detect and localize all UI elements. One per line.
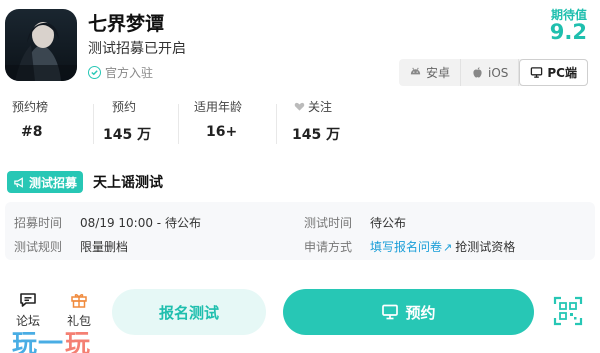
test-time-row: 测试时间 待公布 (304, 214, 406, 231)
reserve-button[interactable]: 预约 (283, 289, 534, 335)
divider (93, 104, 94, 144)
platform-ios[interactable]: iOS (461, 59, 520, 86)
signup-test-button[interactable]: 报名测试 (112, 289, 266, 335)
platform-android-label: 安卓 (425, 66, 450, 80)
check-circle-icon (88, 66, 101, 79)
stat-rank-label: 预约榜 (12, 100, 49, 114)
megaphone-icon (14, 176, 23, 188)
stat-followers[interactable]: 关注 145 万 (292, 98, 341, 148)
recruit-time-row: 招募时间 08/19 10:00 - 待公布 (14, 214, 201, 231)
chat-bubble-icon (20, 293, 36, 307)
watermark-text-a: 玩一 (12, 329, 65, 353)
test-time-value: 待公布 (370, 216, 407, 230)
stat-rank-value: #8 (21, 124, 43, 140)
stat-reservations-value: 145 万 (103, 127, 152, 143)
heart-icon (294, 102, 305, 111)
stat-age-value: 16+ (206, 124, 238, 140)
game-cover-image[interactable] (5, 9, 77, 81)
recruit-badge-label: 测试招募 (29, 175, 78, 190)
apply-row: 申请方式 填写报名问卷↗ 抢测试资格 (304, 238, 515, 255)
watermark-text-b: 玩 (65, 329, 91, 353)
stat-age: 适用年龄 16+ (194, 98, 242, 148)
stat-rank[interactable]: 预约榜 #8 (12, 98, 48, 148)
official-badge: 官方入驻 (88, 64, 153, 81)
android-icon (410, 67, 421, 75)
divider (178, 104, 179, 144)
game-subtitle: 测试招募已开启 (88, 41, 186, 57)
stat-reservations-label: 预约 (112, 100, 137, 114)
monitor-icon (382, 304, 399, 320)
stat-followers-text: 关注 (308, 100, 333, 114)
monitor-icon (531, 67, 543, 78)
game-header: 七界梦谭 测试招募已开启 官方入驻 期待值 9.2 安卓 iOS PC端 (0, 0, 600, 92)
apply-label: 申请方式 (304, 240, 353, 254)
platform-android[interactable]: 安卓 (399, 59, 461, 86)
rules-label: 测试规则 (14, 240, 63, 254)
recruit-badge: 测试招募 (7, 171, 84, 193)
arrow-up-right-icon: ↗ (443, 241, 453, 254)
divider (276, 104, 277, 144)
apply-link[interactable]: 填写报名问卷 (370, 240, 442, 254)
game-title: 七界梦谭 (88, 13, 165, 35)
apply-extra: 抢测试资格 (455, 240, 516, 254)
platform-switcher: 安卓 iOS PC端 (398, 59, 588, 86)
gift-icon (71, 294, 87, 308)
recruit-time-value: 08/19 10:00 - 待公布 (80, 216, 201, 230)
stat-age-label: 适用年龄 (194, 100, 243, 114)
recruit-time-label: 招募时间 (14, 216, 63, 230)
rules-value: 限量删档 (80, 240, 129, 254)
stat-reservations: 预约 145 万 (103, 98, 151, 148)
recruit-info-box: 招募时间 08/19 10:00 - 待公布 测试时间 待公布 测试规则 限量删档 申… (5, 202, 595, 260)
stat-followers-value: 145 万 (292, 127, 341, 143)
rules-row: 测试规则 限量删档 (14, 238, 128, 255)
watermark-logo: 玩一 玩 (0, 318, 110, 353)
platform-pc[interactable]: PC端 (519, 59, 588, 86)
recruit-title: 天上谣测试 (93, 175, 164, 191)
apple-icon (473, 67, 482, 78)
platform-pc-label: PC端 (547, 66, 577, 80)
official-label: 官方入驻 (105, 66, 154, 80)
test-time-label: 测试时间 (304, 216, 353, 230)
stat-followers-label: 关注 (294, 98, 340, 115)
qr-scan-icon[interactable] (553, 296, 583, 326)
stats-row: 预约榜 #8 预约 145 万 适用年龄 16+ 关注 145 万 (0, 98, 600, 158)
reserve-label: 预约 (405, 303, 436, 322)
recruit-header: 测试招募 天上谣测试 (7, 170, 163, 194)
platform-ios-label: iOS (487, 65, 509, 80)
rating-value: 9.2 (549, 20, 587, 44)
